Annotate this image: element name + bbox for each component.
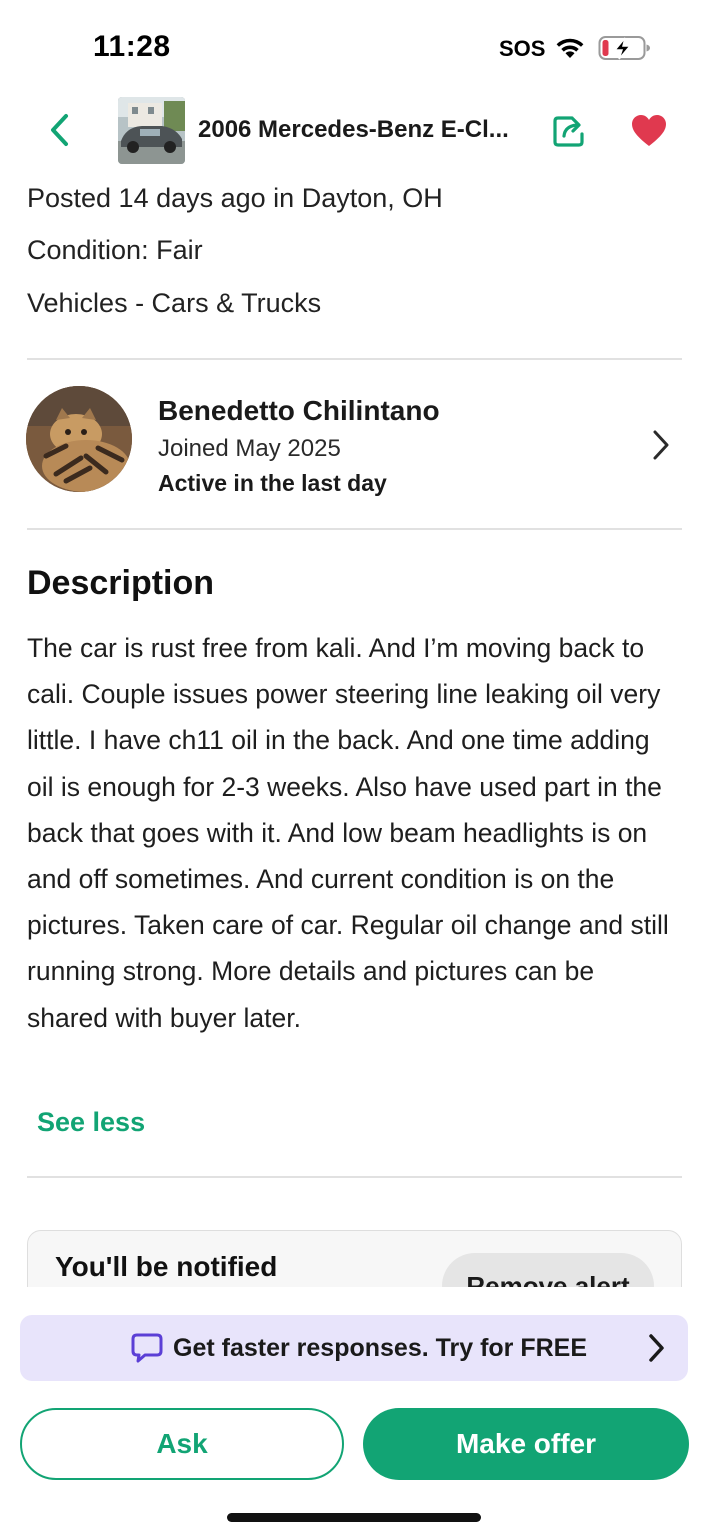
posted-info: Posted 14 days ago in Dayton, OH [27, 183, 443, 213]
category-info[interactable]: Vehicles - Cars & Trucks [27, 288, 321, 319]
divider [27, 358, 682, 360]
divider [27, 528, 682, 530]
description-text: The car is rust free from kali. And I’m … [27, 633, 669, 1033]
chevron-right-icon[interactable] [650, 428, 672, 462]
page-title: 2006 Mercedes-Benz E-Cl... [198, 116, 509, 143]
seller-profile-row[interactable]: Benedetto Chilintano Joined May 2025 Act… [0, 384, 708, 496]
cat-avatar-icon [26, 386, 132, 492]
promo-text: Get faster responses. Try for FREE [173, 1334, 588, 1362]
listing-thumbnail[interactable] [118, 97, 185, 164]
divider [27, 1176, 682, 1178]
home-indicator [227, 1513, 481, 1522]
heart-icon[interactable] [631, 114, 667, 148]
car-photo-icon [118, 97, 185, 164]
seller-joined-date: Joined May 2025 [158, 435, 341, 462]
seller-name[interactable]: Benedetto Chilintano [158, 395, 440, 427]
bottom-action-bar: Get faster responses. Try for FREE Ask M… [0, 1287, 708, 1536]
wifi-icon [556, 38, 584, 58]
status-bar: 11:28 SOS [0, 0, 708, 96]
seller-activity-status: Active in the last day [158, 470, 387, 496]
back-icon[interactable] [44, 112, 76, 148]
avatar[interactable] [26, 386, 132, 492]
share-icon[interactable] [550, 112, 588, 150]
condition-info: Condition: Fair [27, 235, 203, 265]
ask-button[interactable]: Ask [20, 1408, 344, 1480]
description-heading: Description [27, 564, 215, 602]
promo-banner[interactable]: Get faster responses. Try for FREE [20, 1315, 688, 1381]
alert-card-title: You'll be notified [55, 1251, 278, 1282]
make-offer-button[interactable]: Make offer [363, 1408, 689, 1480]
chevron-right-icon [649, 1334, 664, 1362]
nav-bar: 2006 Mercedes-Benz E-Cl... [0, 96, 708, 166]
battery-icon [598, 36, 650, 60]
see-less-link[interactable]: See less [37, 1107, 145, 1138]
status-sos: SOS [499, 36, 546, 61]
status-time: 11:28 [93, 30, 171, 63]
chat-bubble-icon [131, 1333, 163, 1363]
